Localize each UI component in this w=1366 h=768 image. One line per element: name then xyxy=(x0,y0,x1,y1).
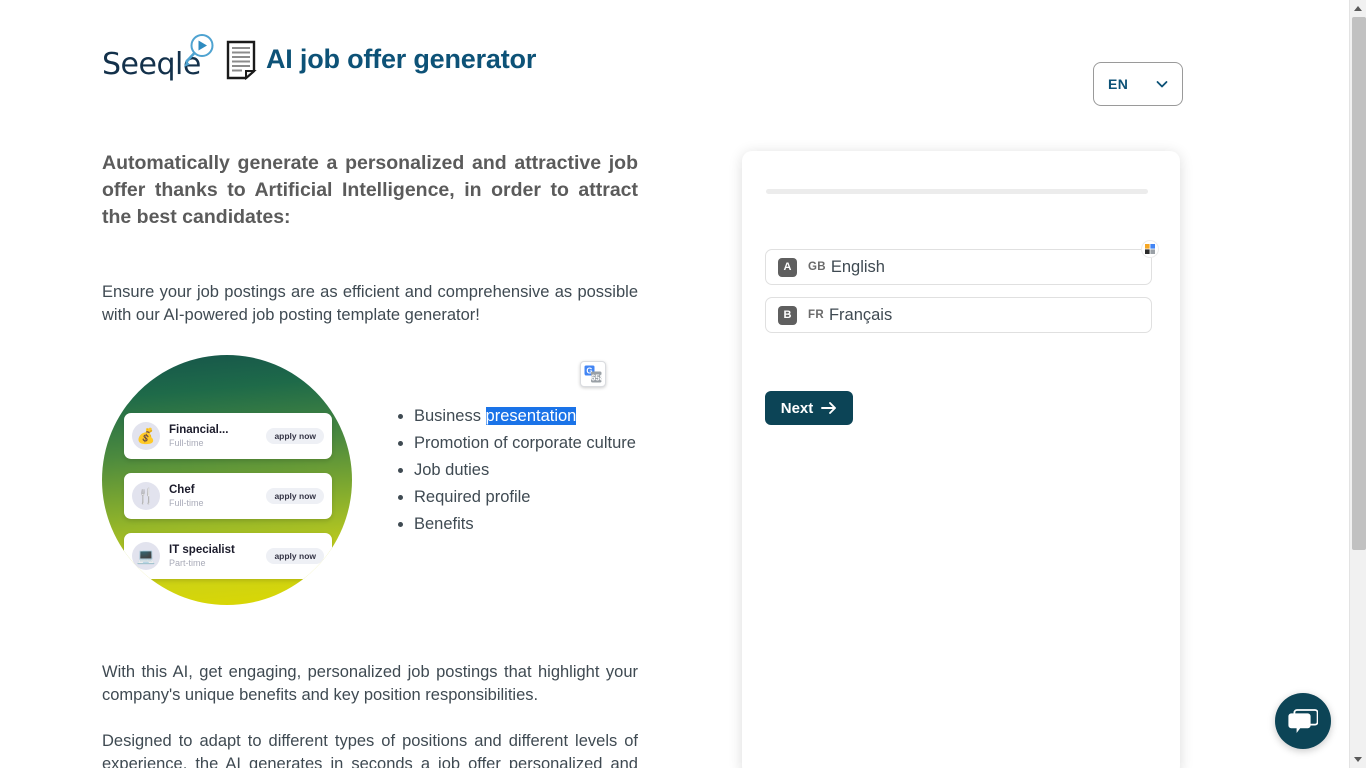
description-paragraph-2: Designed to adapt to different types of … xyxy=(102,732,638,768)
job-card-subtitle: Full-time xyxy=(169,497,204,508)
bullet-text: Job duties xyxy=(414,461,490,479)
wizard-panel: A GB English B FR Français Next xyxy=(742,151,1180,768)
list-item: Promotion of corporate culture xyxy=(414,430,642,457)
feature-bullet-list: Business presentation Promotion of corpo… xyxy=(392,403,642,538)
option-label: Français xyxy=(828,305,893,324)
description-paragraph-1: With this AI, get engaging, personalized… xyxy=(102,663,638,704)
brand-and-title: Seeqle AI job offer generator xyxy=(102,33,536,85)
job-card: 🍴 Chef Full-time apply now xyxy=(124,473,332,519)
job-card: 💰 Financial... Full-time apply now xyxy=(124,413,332,459)
list-item: Business presentation xyxy=(414,403,642,430)
apply-now-button: apply now xyxy=(266,428,324,444)
option-country-code: FR xyxy=(808,309,824,321)
arrow-right-icon xyxy=(821,402,837,414)
next-button[interactable]: Next xyxy=(765,391,853,425)
selected-text: presentation xyxy=(485,407,577,425)
job-card: 💻 IT specialist Part-time apply now xyxy=(124,533,332,579)
job-card-title: Financial... xyxy=(169,423,229,436)
page-root: Seeqle AI job offer generator EN Automat… xyxy=(0,0,1366,768)
scrollbar-thumb[interactable] xyxy=(1352,17,1366,550)
bullet-text: Promotion of corporate culture xyxy=(414,434,636,452)
language-selector-value: EN xyxy=(1108,76,1129,92)
money-bag-icon: 💰 xyxy=(132,422,160,450)
left-content-column: Automatically generate a personalized an… xyxy=(102,150,638,768)
apply-now-button: apply now xyxy=(266,548,324,564)
bullet-text: Required profile xyxy=(414,488,531,506)
option-key-badge: B xyxy=(778,305,797,325)
job-card-title: IT specialist xyxy=(169,543,235,556)
scroll-up-arrow-icon[interactable] xyxy=(1350,0,1366,17)
bullet-text: Benefits xyxy=(414,515,474,533)
job-card-subtitle: Full-time xyxy=(169,437,204,448)
list-item: Benefits xyxy=(414,511,642,538)
next-button-label: Next xyxy=(780,399,814,417)
option-label: English xyxy=(830,257,885,276)
feature-row: 💰 Financial... Full-time apply now 🍴 Che… xyxy=(102,355,638,615)
cutlery-icon: 🍴 xyxy=(132,482,160,510)
chat-bubble-icon[interactable] xyxy=(1275,693,1331,749)
chevron-down-icon xyxy=(1156,81,1168,88)
option-english[interactable]: A GB English xyxy=(765,249,1152,285)
extension-marker-icon[interactable] xyxy=(1142,241,1158,257)
job-card-subtitle: Part-time xyxy=(169,557,206,568)
list-item: Job duties xyxy=(414,457,642,484)
bullet-text: Business xyxy=(414,407,486,425)
option-francais[interactable]: B FR Français xyxy=(765,297,1152,333)
progress-bar xyxy=(766,189,1148,194)
intro-paragraph: Ensure your job postings are as efficien… xyxy=(102,283,638,324)
job-card-text: IT specialist Part-time xyxy=(169,544,266,569)
page-title: AI job offer generator xyxy=(266,43,537,74)
option-key-badge: A xyxy=(778,257,797,277)
option-country-code: GB xyxy=(808,261,826,273)
google-translate-icon[interactable]: G \u6587 xyxy=(580,361,606,387)
scroll-down-arrow-icon[interactable] xyxy=(1350,751,1366,768)
job-card-text: Chef Full-time xyxy=(169,484,266,509)
list-item: Required profile xyxy=(414,484,642,511)
page-header: Seeqle AI job offer generator EN xyxy=(0,0,1349,130)
job-card-title: Chef xyxy=(169,483,195,496)
job-card-text: Financial... Full-time xyxy=(169,424,266,449)
job-cards-illustration: 💰 Financial... Full-time apply now 🍴 Che… xyxy=(102,355,352,605)
lead-paragraph: Automatically generate a personalized an… xyxy=(102,152,638,228)
laptop-icon: 💻 xyxy=(132,542,160,570)
svg-text:\u6587: \u6587 xyxy=(584,373,602,382)
document-page-icon xyxy=(226,40,257,80)
magnifier-play-icon xyxy=(184,34,214,67)
apply-now-button: apply now xyxy=(266,488,324,504)
page-scrollbar[interactable] xyxy=(1349,0,1366,768)
seeqle-logo[interactable]: Seeqle xyxy=(102,33,214,85)
language-selector[interactable]: EN xyxy=(1093,62,1183,106)
